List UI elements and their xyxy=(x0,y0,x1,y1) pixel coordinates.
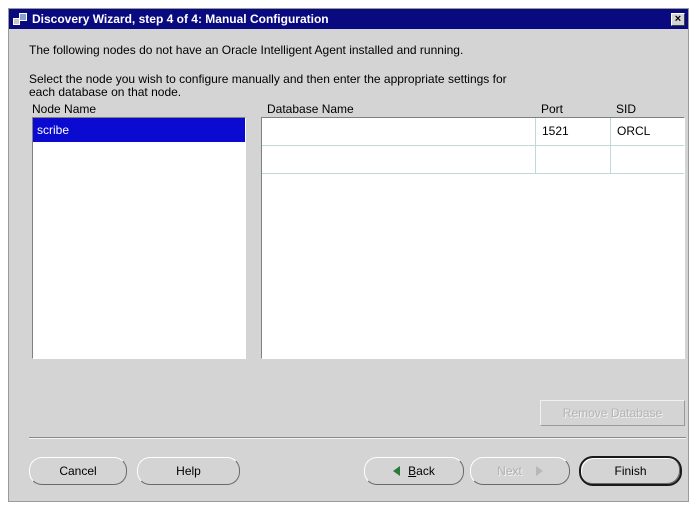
port-header: Port xyxy=(541,102,564,116)
database-name-cell[interactable] xyxy=(262,146,536,173)
remove-database-button[interactable]: Remove Database xyxy=(540,400,685,426)
discovery-wizard-window: Discovery Wizard, step 4 of 4: Manual Co… xyxy=(8,8,689,502)
window-title: Discovery Wizard, step 4 of 4: Manual Co… xyxy=(32,12,329,26)
intro-text-line-1: The following nodes do not have an Oracl… xyxy=(29,43,464,57)
close-icon[interactable]: × xyxy=(671,12,685,26)
sid-cell[interactable] xyxy=(611,146,684,173)
help-button[interactable]: Help xyxy=(137,457,240,485)
wizard-app-icon xyxy=(13,13,27,25)
node-item-label: scribe xyxy=(37,123,70,137)
back-button[interactable]: Back xyxy=(364,457,464,485)
arrow-left-icon xyxy=(393,466,401,476)
next-button[interactable]: Next xyxy=(470,457,570,485)
table-row[interactable]: 1521 ORCL xyxy=(262,118,684,146)
back-label: Back xyxy=(408,464,435,478)
finish-button[interactable]: Finish xyxy=(579,456,682,486)
database-name-cell[interactable] xyxy=(262,118,536,145)
database-name-header: Database Name xyxy=(267,102,354,116)
node-name-header: Node Name xyxy=(32,102,97,116)
footer-separator xyxy=(29,437,686,439)
sid-header: SID xyxy=(616,102,637,116)
title-bar[interactable]: Discovery Wizard, step 4 of 4: Manual Co… xyxy=(9,9,688,29)
node-list[interactable]: scribe xyxy=(32,117,246,359)
cancel-button[interactable]: Cancel xyxy=(29,457,127,485)
sid-cell[interactable]: ORCL xyxy=(611,118,684,145)
intro-text-line-3: each database on that node. xyxy=(29,85,182,99)
port-cell[interactable] xyxy=(536,146,611,173)
database-table[interactable]: 1521 ORCL xyxy=(261,117,685,359)
arrow-right-icon xyxy=(535,466,543,476)
next-label: Next xyxy=(497,464,522,478)
node-item-scribe[interactable]: scribe xyxy=(33,118,245,142)
port-cell[interactable]: 1521 xyxy=(536,118,611,145)
table-row[interactable] xyxy=(262,146,684,174)
